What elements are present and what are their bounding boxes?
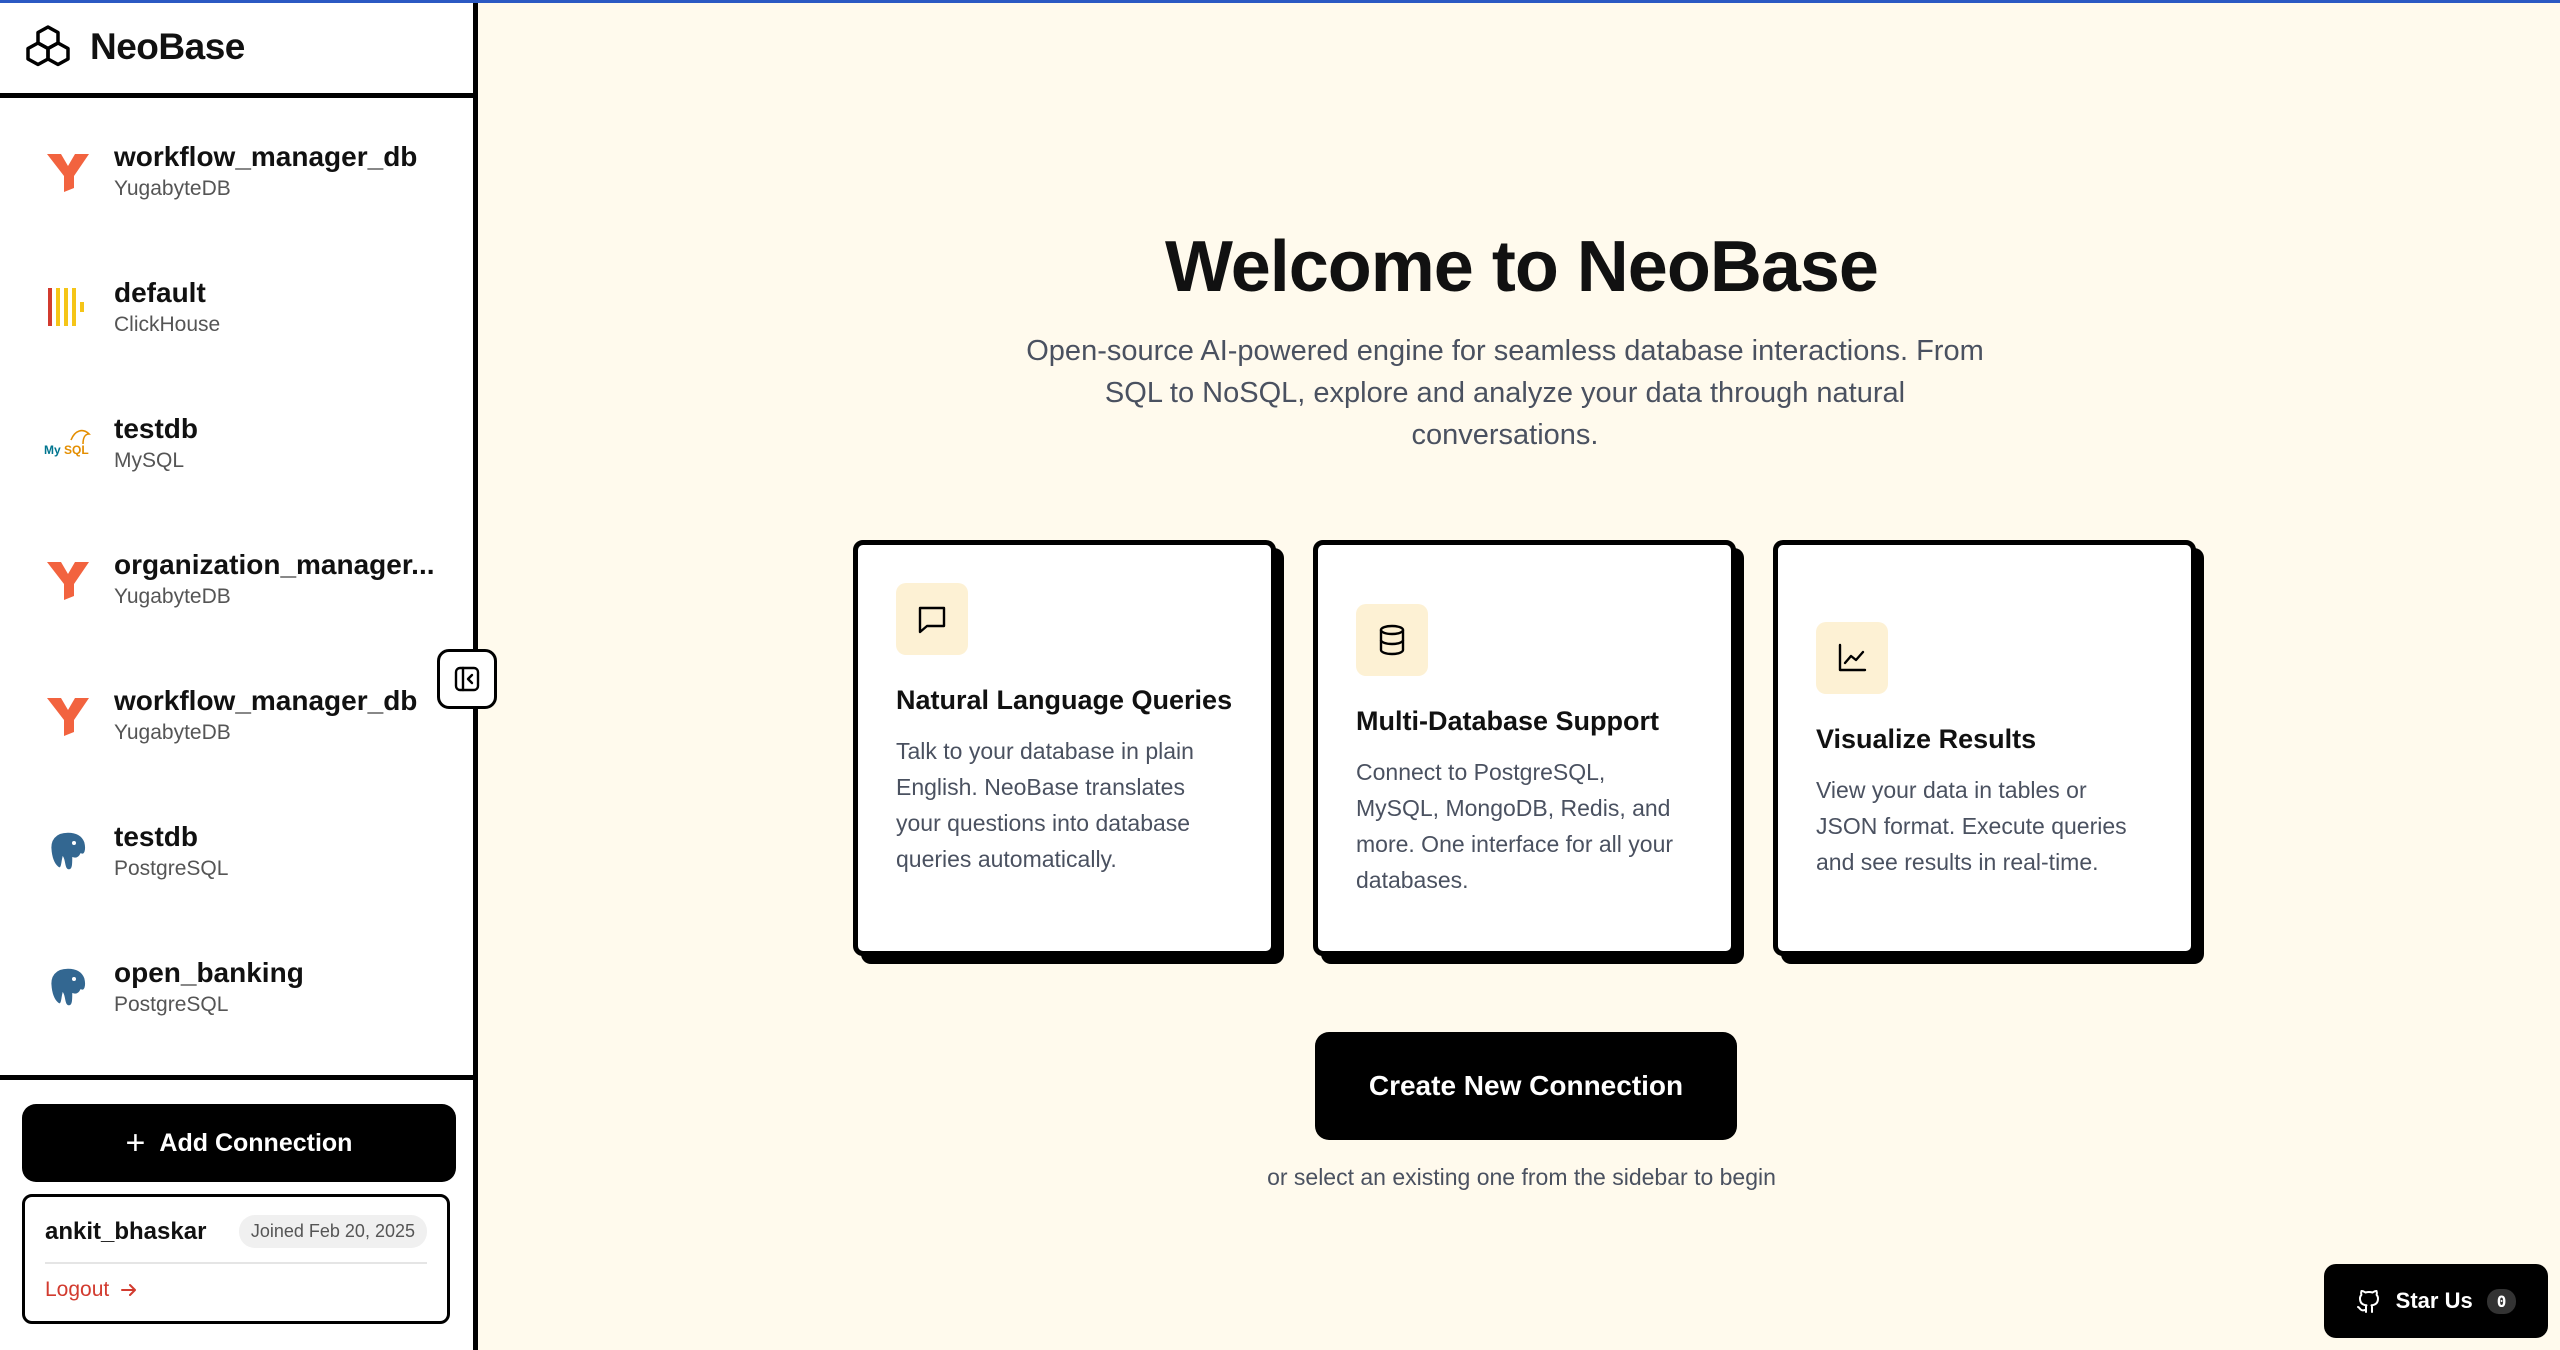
- connection-type: MySQL: [114, 449, 185, 472]
- yugabyte-icon: [42, 689, 94, 741]
- connection-name: workflow_manager_db: [114, 685, 418, 716]
- connection-type: PostgreSQL: [114, 857, 229, 880]
- connection-name: open_banking: [114, 957, 304, 988]
- neobase-logo-icon: [26, 24, 70, 66]
- feature-card-natural-language: Natural Language Queries Talk to your da…: [853, 540, 1276, 956]
- feature-card-visualize: Visualize Results View your data in tabl…: [1773, 540, 2196, 956]
- connection-type: YugabyteDB: [114, 177, 231, 200]
- add-connection-button[interactable]: + Add Connection: [22, 1104, 456, 1182]
- username: ankit_bhaskar: [45, 1217, 207, 1245]
- connection-type: YugabyteDB: [114, 721, 231, 744]
- logout-button[interactable]: Logout: [45, 1278, 427, 1302]
- select-existing-hint: or select an existing one from the sideb…: [1267, 1164, 1776, 1190]
- main-content: Welcome to NeoBase Open-source AI-powere…: [483, 0, 2560, 1350]
- logout-label: Logout: [45, 1278, 110, 1301]
- welcome-subtitle: Open-source AI-powered engine for seamle…: [1026, 335, 1984, 451]
- feature-description: Connect to PostgreSQL, MySQL, MongoDB, R…: [1356, 759, 1674, 893]
- joined-badge: Joined Feb 20, 2025: [238, 1215, 427, 1248]
- svg-text:SQL: SQL: [64, 443, 89, 457]
- connection-name: workflow_manager_db: [114, 141, 418, 172]
- connection-item[interactable]: default ClickHouse: [0, 239, 473, 375]
- svg-text:My: My: [44, 443, 61, 457]
- connection-item[interactable]: open_banking PostgreSQL: [0, 919, 473, 1055]
- feature-title: Natural Language Queries: [896, 685, 1233, 715]
- star-us-button[interactable]: Star Us 0: [2324, 1264, 2548, 1338]
- connection-item[interactable]: organization_manager... YugabyteDB: [0, 511, 473, 647]
- connection-name: default: [114, 277, 206, 308]
- connection-list: workflow_manager_db YugabyteDB default C…: [0, 103, 473, 1075]
- connection-name: testdb: [114, 821, 198, 852]
- star-us-label: Star Us: [2395, 1288, 2473, 1313]
- clickhouse-icon: [42, 281, 94, 333]
- connection-type: ClickHouse: [114, 313, 221, 336]
- connection-name: testdb: [114, 413, 198, 444]
- connection-item[interactable]: testdb PostgreSQL: [0, 783, 473, 919]
- welcome-title: Welcome to NeoBase: [1165, 227, 1879, 307]
- yugabyte-icon: [42, 553, 94, 605]
- feature-title: Multi-Database Support: [1356, 706, 1660, 736]
- arrow-right-icon: [121, 1284, 137, 1296]
- yugabyte-icon: [42, 145, 94, 197]
- feature-title: Visualize Results: [1816, 724, 2037, 754]
- star-count-badge: 0: [2486, 1288, 2517, 1314]
- postgresql-icon: [42, 825, 94, 877]
- add-connection-label: Add Connection: [159, 1128, 353, 1157]
- postgresql-icon: [42, 961, 94, 1013]
- sidebar-collapse-icon: [454, 666, 480, 692]
- sidebar-header: NeoBase: [0, 0, 473, 98]
- collapse-sidebar-button[interactable]: [437, 649, 497, 709]
- connection-type: PostgreSQL: [114, 993, 229, 1016]
- database-icon: [1356, 604, 1428, 676]
- chat-bubble-icon: [896, 583, 968, 655]
- mysql-icon: My SQL: [42, 417, 94, 469]
- sidebar: NeoBase workflow_manager_db YugabyteDB d…: [0, 0, 478, 1350]
- connection-type: YugabyteDB: [114, 585, 231, 608]
- github-icon: [2356, 1289, 2379, 1313]
- sidebar-footer: + Add Connection ankit_bhaskar Joined Fe…: [0, 1075, 473, 1350]
- connection-item[interactable]: workflow_manager_db YugabyteDB: [0, 647, 473, 783]
- user-card: ankit_bhaskar Joined Feb 20, 2025 Logout: [22, 1194, 450, 1324]
- app-title: NeoBase: [90, 25, 245, 67]
- plus-icon: +: [125, 1124, 146, 1162]
- feature-card-multi-database: Multi-Database Support Connect to Postgr…: [1313, 540, 1736, 956]
- line-chart-icon: [1816, 622, 1888, 694]
- connection-name: organization_manager...: [114, 549, 435, 580]
- feature-description: View your data in tables or JSON format.…: [1816, 777, 2127, 875]
- feature-description: Talk to your database in plain English. …: [896, 738, 1194, 872]
- top-accent-line: [0, 0, 2560, 3]
- connection-item[interactable]: workflow_manager_db YugabyteDB: [0, 103, 473, 239]
- create-new-connection-button[interactable]: Create New Connection: [1315, 1032, 1737, 1140]
- connection-item[interactable]: My SQL testdb MySQL: [0, 375, 473, 511]
